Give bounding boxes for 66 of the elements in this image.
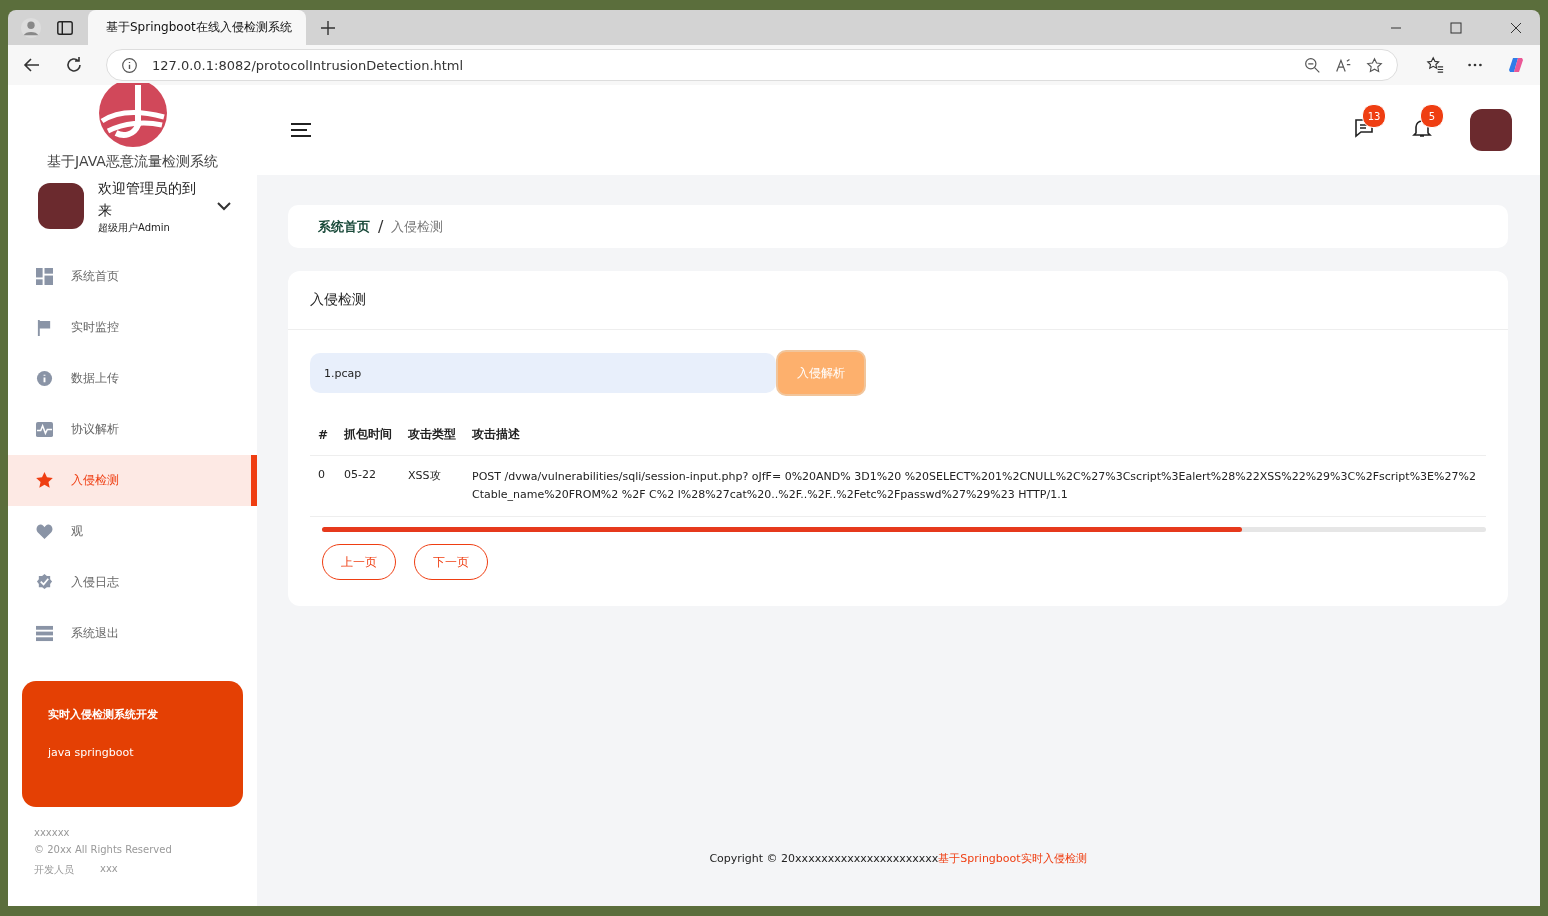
site-name: xxxxxx — [34, 827, 71, 838]
column-header: # — [310, 416, 337, 456]
sidebar-item[interactable]: 入侵日志 — [8, 557, 257, 608]
tab-title: 基于Springboot在线入侵检测系统 — [106, 19, 292, 36]
profile-icon[interactable] — [20, 16, 42, 39]
close-icon[interactable] — [1510, 21, 1522, 34]
favorites-icon[interactable] — [1426, 56, 1444, 74]
menu-icon[interactable] — [291, 122, 311, 138]
sidebar-item[interactable]: 观 — [8, 506, 257, 557]
badge-check-icon — [36, 574, 53, 591]
table-cell: XSS攻 — [400, 455, 465, 517]
grid-icon — [36, 268, 53, 285]
address-bar[interactable]: 127.0.0.1:8082/protocolIntrusionDetection.html — [106, 49, 1398, 81]
logo-title: 基于JAVA恶意流量检测系统 — [47, 153, 218, 171]
avatar-photo-placeholder — [38, 183, 84, 229]
browser-tab[interactable]: 基于Springboot在线入侵检测系统 — [88, 10, 306, 45]
promo-title: 实时入侵检测系统开发 — [48, 707, 159, 722]
star-icon — [36, 472, 53, 489]
sidebar-item[interactable]: 协议解析 — [8, 404, 257, 455]
copilot-icon[interactable] — [1506, 55, 1526, 75]
promo-text: java springboot — [48, 746, 135, 759]
next-page-button[interactable]: 下一页 — [414, 544, 488, 580]
table-cell: 0 — [310, 455, 337, 517]
developer-label: 开发人员 — [34, 863, 74, 877]
tab-actions-icon[interactable] — [56, 18, 74, 37]
user-role: 超级用户Admin — [98, 221, 171, 235]
url-text: 127.0.0.1:8082/protocolIntrusionDetection.html — [152, 57, 464, 73]
breadcrumb-separator: / — [378, 217, 384, 236]
file-field[interactable]: 1.pcap — [310, 353, 776, 393]
new-tab-icon[interactable] — [320, 19, 336, 36]
list-icon — [36, 625, 53, 642]
card-title: 入侵检测 — [288, 271, 1508, 330]
sidebar-item[interactable]: 入侵检测 — [8, 455, 257, 506]
column-header: 抓包时间 — [336, 416, 401, 456]
read-aloud-icon[interactable] — [1335, 56, 1352, 74]
sidebar-item[interactable]: 数据上传 — [8, 353, 257, 404]
table-cell: 05-22 — [336, 455, 401, 517]
breadcrumb-link[interactable]: 系统首页 — [318, 217, 370, 236]
chevron-down-icon[interactable] — [217, 201, 231, 211]
info-icon[interactable] — [121, 56, 138, 74]
breadcrumb-current: 入侵检测 — [391, 217, 444, 236]
message-count-badge: 13 — [1362, 104, 1386, 128]
heart-icon — [36, 523, 53, 540]
notification-count-badge: 5 — [1420, 104, 1444, 128]
sidebar-item[interactable]: 实时监控 — [8, 302, 257, 353]
refresh-icon[interactable] — [64, 55, 84, 75]
copyright-link[interactable]: 基于Springboot实时入侵检测 — [938, 852, 1087, 865]
column-header: 攻击类型 — [400, 416, 465, 456]
maximize-icon[interactable] — [1450, 21, 1462, 34]
chat-icon[interactable] — [1354, 118, 1374, 138]
sidebar-item[interactable]: 系统首页 — [8, 251, 257, 302]
previous-page-button[interactable]: 上一页 — [322, 544, 396, 580]
flag-icon — [36, 319, 53, 336]
welcome-text: 欢迎管理员的到来 — [98, 179, 197, 220]
zoom-out-icon[interactable] — [1304, 56, 1321, 74]
table-cell: POST /dvwa/vulnerabilities/sqli/session-input.php? oJfF= 0%20AND% 3D1%20 %20SELECT%201%2CNULL%2C%27%3Cscript%3Ealert%28%22XSS%22%29%3C%2Fscript%3E%27%2Ctable_name%20FROM%2 %2F C%2 l%28%27cat%20..%2F..%2F..%2Fetc%2Fpasswd%27%29%23 HTTP/1.1 — [464, 455, 1486, 517]
bell-icon[interactable] — [1412, 118, 1432, 138]
info-icon — [36, 370, 53, 387]
sidebar-item[interactable]: 系统退出 — [8, 608, 257, 659]
star-outline-icon[interactable] — [1366, 56, 1383, 74]
pulse-icon — [36, 421, 53, 438]
column-header: 攻击描述 — [464, 416, 1486, 456]
avatar-photo-placeholder[interactable] — [1470, 109, 1512, 151]
copyright-text: Copyright © 20xxxxxxxxxxxxxxxxxxxxxx基于Springboot实时入侵检测 — [708, 851, 1088, 866]
rights-text: © 20xx All Rights Reserved — [34, 844, 173, 855]
developer-name: xxx — [100, 863, 118, 876]
